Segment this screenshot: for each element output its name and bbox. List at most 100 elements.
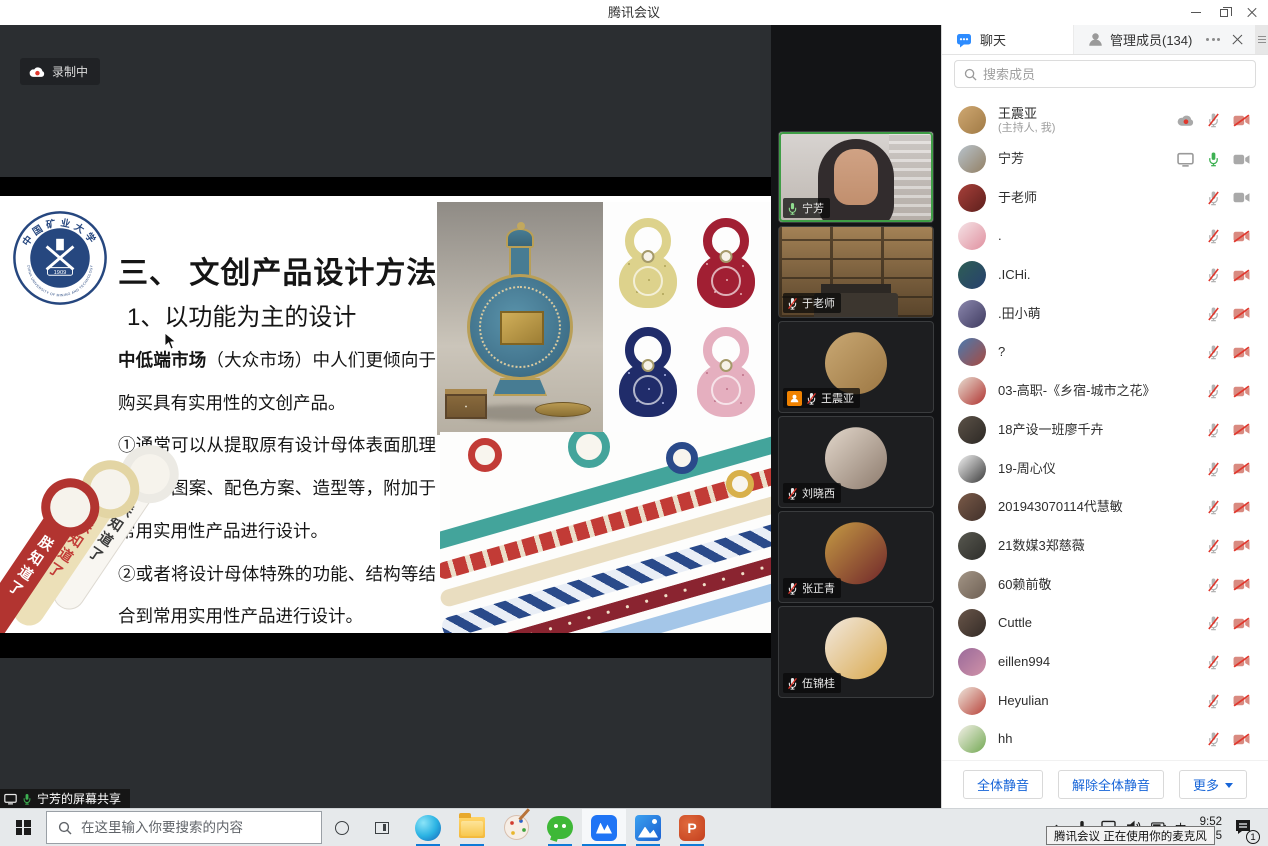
member-row[interactable]: Cuttle [942, 604, 1268, 643]
member-row[interactable]: 于老师 [942, 178, 1268, 217]
mic-muted-icon[interactable] [1207, 190, 1220, 206]
mic-muted-icon[interactable] [1207, 577, 1220, 593]
mic-muted-icon[interactable] [1207, 422, 1220, 438]
video-tile[interactable]: 刘晓西 [778, 416, 934, 508]
member-avatar [958, 416, 986, 444]
member-list[interactable]: 王震亚 (主持人, 我) 宁芳 [942, 97, 1268, 760]
participant-name: 于老师 [802, 295, 835, 311]
taskbar-search[interactable] [46, 811, 322, 844]
logo-year: 1909 [54, 270, 67, 276]
mic-muted-icon[interactable] [1207, 538, 1220, 554]
member-row[interactable]: . [942, 217, 1268, 256]
taskbar-app[interactable] [538, 809, 582, 846]
mic-on-icon[interactable] [1207, 151, 1220, 167]
camera-off-icon[interactable] [1233, 113, 1250, 128]
video-tile[interactable]: 张正青 [778, 511, 934, 603]
camera-off-icon[interactable] [1233, 577, 1250, 592]
mic-muted-icon[interactable] [1207, 461, 1220, 477]
screen-share-area: 录制中 中国矿业大学 CHINA UNIVERSITY OF MINING AN… [0, 25, 771, 808]
camera-off-icon[interactable] [1233, 306, 1250, 321]
member-avatar [958, 532, 986, 560]
participant-name: 宁芳 [802, 200, 824, 216]
member-row[interactable]: 王震亚 (主持人, 我) [942, 101, 1268, 140]
member-row[interactable]: 19-周心仪 [942, 449, 1268, 488]
tab-chat[interactable]: 聊天 [942, 25, 1074, 54]
mute-all-button[interactable]: 全体静音 [963, 770, 1043, 799]
member-row[interactable]: hh [942, 720, 1268, 759]
video-tile[interactable]: 伍锦桂 [778, 606, 934, 698]
restore-button[interactable] [1210, 0, 1238, 25]
mic-muted-icon[interactable] [1207, 731, 1220, 747]
camera-off-icon[interactable] [1233, 461, 1250, 476]
camera-off-icon[interactable] [1233, 384, 1250, 399]
start-button[interactable] [0, 809, 46, 846]
member-row[interactable]: 18产设一班廖千卉 [942, 411, 1268, 450]
mic-muted-icon[interactable] [1207, 654, 1220, 670]
video-tile[interactable]: 于老师 [778, 226, 934, 318]
scrollbar-thumb[interactable] [1255, 25, 1268, 54]
mic-muted-icon[interactable] [1207, 615, 1220, 631]
recording-badge[interactable]: 录制中 [20, 58, 100, 85]
member-row[interactable]: .田小萌 [942, 294, 1268, 333]
mic-muted-icon[interactable] [1207, 383, 1220, 399]
camera-off-icon[interactable] [1233, 422, 1250, 437]
camera-off-icon[interactable] [1233, 229, 1250, 244]
member-row[interactable]: 宁芳 [942, 140, 1268, 179]
unmute-all-button[interactable]: 解除全体静音 [1058, 770, 1164, 799]
task-view-button[interactable] [362, 809, 402, 846]
taskbar-app[interactable] [494, 809, 538, 846]
cortana-button[interactable] [322, 809, 362, 846]
camera-off-icon[interactable] [1233, 616, 1250, 631]
taskbar-search-input[interactable] [81, 820, 310, 835]
minimize-button[interactable] [1182, 0, 1210, 25]
member-row[interactable]: 60赖前敬 [942, 565, 1268, 604]
mic-muted-icon[interactable] [1207, 344, 1220, 360]
camera-off-icon[interactable] [1233, 654, 1250, 669]
video-tile[interactable]: 宁芳 [778, 131, 934, 223]
calligraphy-tape-rolls: 朕知道了 朕知道了 朕知道了 [0, 442, 196, 633]
video-tile[interactable]: 王震亚 [778, 321, 934, 413]
member-name: 21数媒3郑慈薇 [998, 538, 1207, 554]
cortana-icon [335, 821, 349, 835]
share-source-label: 宁芳的屏幕共享 [0, 789, 130, 808]
mic-muted-icon[interactable] [1207, 228, 1220, 244]
participant-avatar [825, 617, 887, 679]
camera-on-icon[interactable] [1233, 190, 1250, 205]
search-icon [58, 821, 72, 835]
member-search-input[interactable] [983, 67, 1246, 82]
mic-muted-icon[interactable] [1207, 306, 1220, 322]
member-row[interactable]: 201943070114代慧敏 [942, 488, 1268, 527]
camera-off-icon[interactable] [1233, 345, 1250, 360]
close-panel-icon[interactable] [1232, 34, 1243, 45]
camera-off-icon[interactable] [1233, 693, 1250, 708]
member-row[interactable]: .ICHi. [942, 256, 1268, 295]
member-row[interactable]: ? [942, 333, 1268, 372]
member-row[interactable]: 21数媒3郑慈薇 [942, 527, 1268, 566]
mic-muted-icon[interactable] [1207, 693, 1220, 709]
mic-muted-icon[interactable] [1207, 267, 1220, 283]
member-row[interactable]: 03-高职-《乡宿-城市之花》 [942, 372, 1268, 411]
taskbar-app[interactable]: P [670, 809, 714, 846]
recording-label: 录制中 [52, 63, 88, 80]
tile-name-label: 于老师 [783, 293, 841, 313]
mic-muted-icon[interactable] [1207, 499, 1220, 515]
camera-off-icon[interactable] [1233, 732, 1250, 747]
taskbar-app[interactable] [406, 809, 450, 846]
taskbar-app[interactable] [450, 809, 494, 846]
member-avatar [958, 493, 986, 521]
taskbar-app[interactable] [626, 809, 670, 846]
close-button[interactable] [1238, 0, 1266, 25]
video-thumbnail-strip[interactable]: 宁芳 于老师 [771, 25, 941, 808]
more-options-icon[interactable] [1206, 38, 1220, 41]
tab-manage-members[interactable]: 管理成员(134) [1074, 25, 1255, 54]
member-row[interactable]: eillen994 [942, 643, 1268, 682]
camera-off-icon[interactable] [1233, 500, 1250, 515]
action-center-button[interactable]: 1 [1234, 819, 1252, 840]
camera-off-icon[interactable] [1233, 538, 1250, 553]
more-button[interactable]: 更多 [1179, 770, 1247, 799]
camera-off-icon[interactable] [1233, 268, 1250, 283]
mic-muted-icon[interactable] [1207, 112, 1220, 128]
taskbar-app[interactable] [582, 809, 626, 846]
camera-on-icon[interactable] [1233, 152, 1250, 167]
member-row[interactable]: Heyulian [942, 681, 1268, 720]
